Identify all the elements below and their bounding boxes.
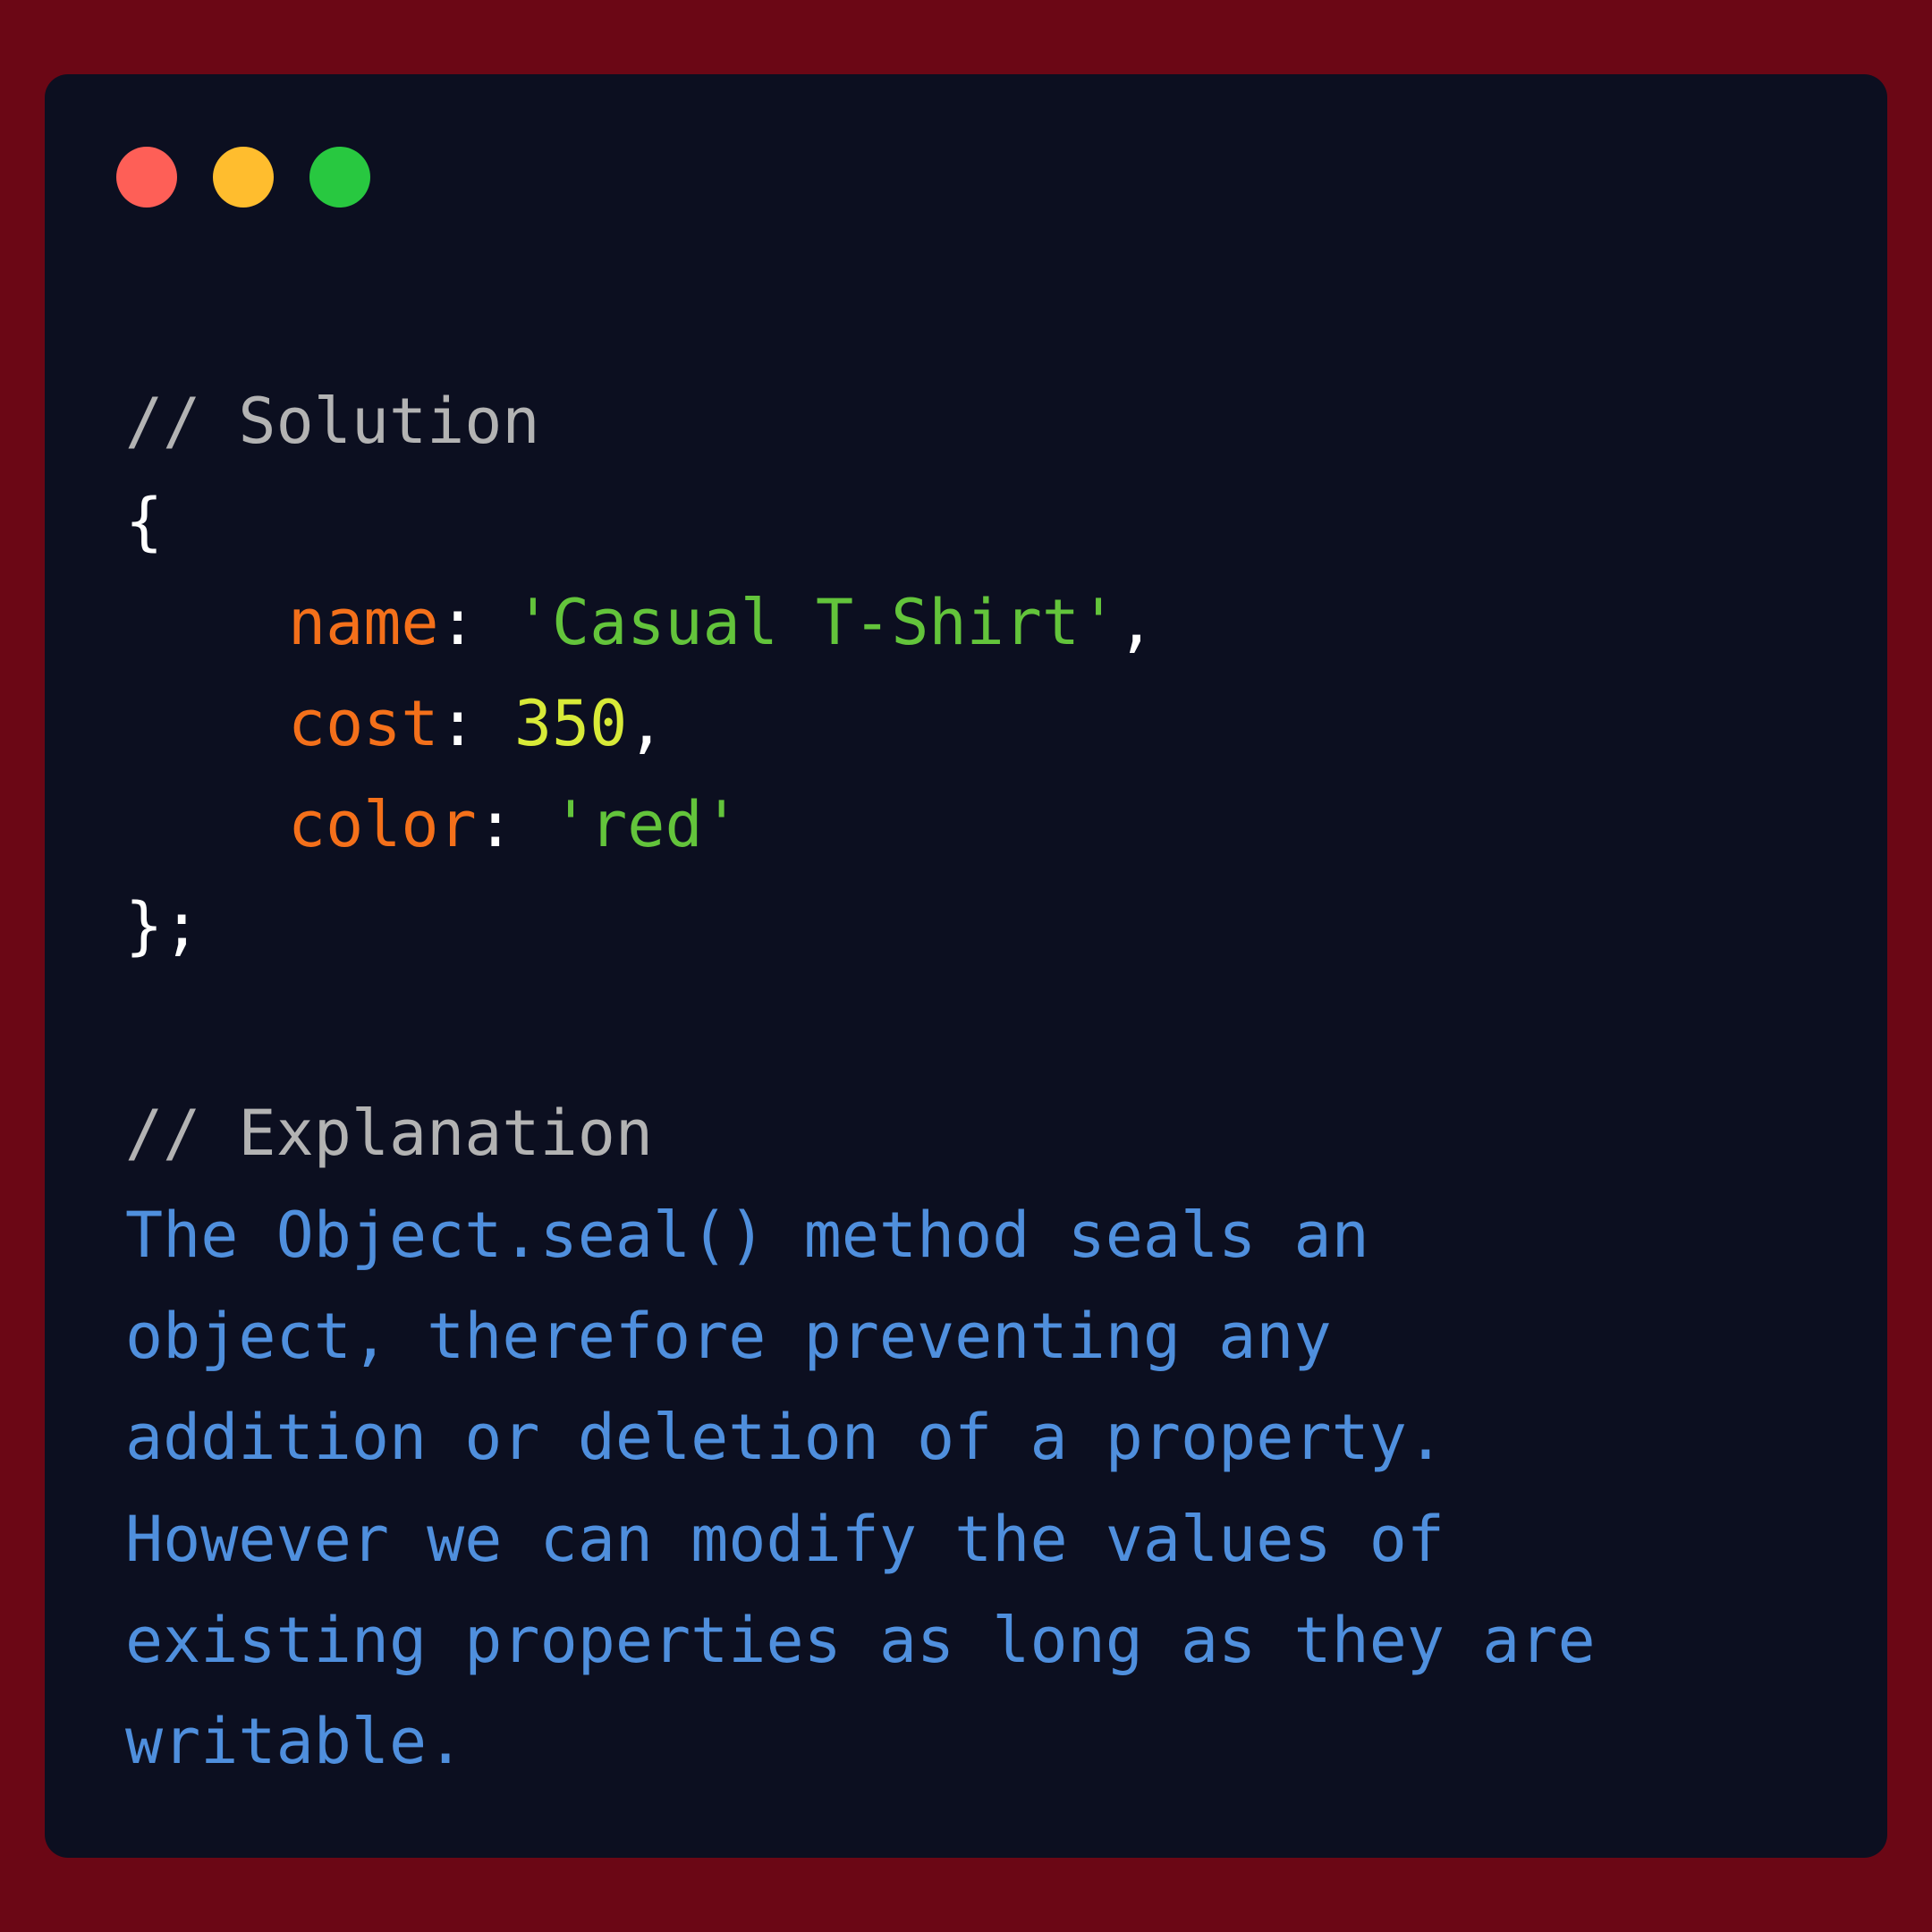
property-value: 'Casual T-Shirt' — [513, 586, 1118, 659]
open-brace: { — [125, 485, 164, 558]
code-window: // Solution { name: 'Casual T-Shirt', co… — [45, 74, 1887, 1858]
code-line-name: name: 'Casual T-Shirt', — [125, 578, 1155, 667]
property-key: name — [288, 586, 439, 659]
explanation-line: writable. — [125, 1705, 465, 1778]
property-value: 350 — [513, 687, 628, 760]
explanation-line: existing properties as long as they are — [125, 1604, 1596, 1677]
code-line-color: color: 'red' — [125, 780, 741, 869]
close-brace: }; — [125, 889, 201, 962]
solution-comment: // Solution — [125, 385, 540, 458]
property-separator: : — [476, 788, 553, 861]
maximize-window-button[interactable] — [309, 147, 370, 208]
explanation-line: object, therefore preventing any — [125, 1300, 1332, 1373]
property-key: cost — [288, 687, 439, 760]
property-trailing-comma: , — [627, 687, 665, 760]
code-line-cost: cost: 350, — [125, 679, 665, 768]
property-value: 'red' — [552, 788, 741, 861]
explanation-comment: // Explanation — [125, 1097, 654, 1170]
explanation-line: addition or deletion of a property. — [125, 1401, 1445, 1474]
property-separator: : — [438, 687, 514, 760]
code-block: // Solution { name: 'Casual T-Shirt', co… — [125, 74, 1596, 1778]
property-separator: : — [438, 586, 514, 659]
property-key: color — [288, 788, 477, 861]
explanation-line: However we can modify the values of — [125, 1503, 1445, 1576]
property-trailing-comma: , — [1117, 586, 1156, 659]
explanation-line: The Object.seal() method seals an — [125, 1199, 1369, 1272]
